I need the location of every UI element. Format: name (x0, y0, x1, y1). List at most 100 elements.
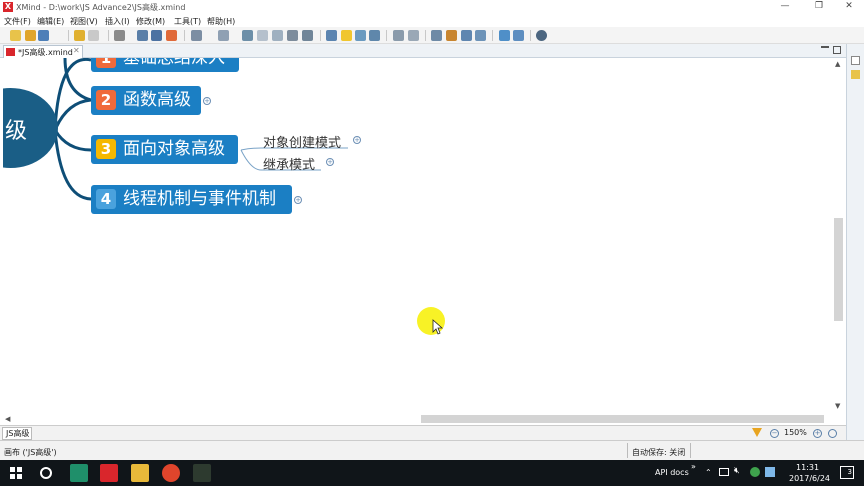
scroll-up-icon[interactable]: ▲ (835, 60, 840, 68)
scroll-down-icon[interactable]: ▼ (835, 402, 840, 410)
marker-icon[interactable] (287, 30, 298, 41)
tab-js-advance[interactable]: *JS高级.xmind ✕ (3, 45, 83, 58)
expand-topic-4-icon[interactable]: + (294, 196, 302, 204)
topic-3[interactable]: 3 面向对象高级 (91, 135, 238, 164)
redo-icon[interactable] (88, 30, 99, 41)
topic-number-badge: 3 (96, 139, 116, 159)
zoom-out-icon[interactable]: − (770, 429, 779, 438)
app-icon[interactable] (193, 464, 211, 482)
close-icon[interactable]: ✕ (834, 0, 864, 14)
toolbar-separator (68, 30, 69, 41)
topic-icon[interactable] (137, 30, 148, 41)
boundary-icon[interactable] (272, 30, 283, 41)
tray-app-icon[interactable] (750, 467, 760, 477)
undo-icon[interactable] (74, 30, 85, 41)
expand-subtopic-2-icon[interactable]: + (326, 158, 334, 166)
scroll-left-icon[interactable]: ◀ (5, 415, 10, 423)
zoom-in-icon[interactable]: + (813, 429, 822, 438)
chrome-icon[interactable] (162, 464, 180, 482)
minimize-view-icon[interactable] (821, 46, 829, 48)
menu-view[interactable]: 视图(V) (70, 16, 98, 27)
branch-line (63, 58, 92, 102)
export-icon[interactable] (513, 30, 524, 41)
topic-1[interactable]: 1 基础总结深入 (91, 58, 239, 72)
branch-line (53, 98, 92, 131)
open-icon[interactable] (25, 30, 36, 41)
status-divider (627, 443, 628, 458)
vertical-scrollbar[interactable]: ▲ ▼ (832, 58, 845, 425)
presentation-icon[interactable] (191, 30, 202, 41)
drill-icon[interactable] (218, 30, 229, 41)
network-icon[interactable] (719, 468, 729, 476)
structure-icon[interactable] (369, 30, 380, 41)
editor-tab-bar: *JS高级.xmind ✕ (0, 44, 864, 58)
topic-2[interactable]: 2 函数高级 (91, 86, 201, 115)
note-icon[interactable] (326, 30, 337, 41)
menu-file[interactable]: 文件(F) (4, 16, 31, 27)
clock-date[interactable]: 2017/6/24 (789, 474, 830, 483)
menu-help[interactable]: 帮助(H) (207, 16, 235, 27)
attach-icon[interactable] (408, 30, 419, 41)
volume-muted-icon[interactable]: 🔇︎ (734, 466, 740, 476)
notification-count: 3 (847, 468, 852, 476)
autosave-status: 自动保存: 关闭 (632, 448, 686, 457)
windows-start-icon[interactable] (10, 467, 22, 479)
topic-4[interactable]: 4 线程机制与事件机制 (91, 185, 292, 214)
show-hidden-icons-icon[interactable]: ⌃ (705, 468, 712, 477)
cortana-icon[interactable] (40, 467, 52, 479)
summary-icon[interactable] (257, 30, 268, 41)
toolbar-chevron-icon[interactable]: » (691, 462, 696, 471)
maximize-view-icon[interactable] (833, 46, 841, 54)
relationship-icon[interactable] (166, 30, 177, 41)
expand-topic-2-icon[interactable]: + (203, 97, 211, 105)
horizontal-scroll-thumb[interactable] (421, 415, 824, 423)
save-icon[interactable] (38, 30, 49, 41)
subtopic-object-creation[interactable]: 对象创建模式 (263, 132, 341, 151)
toolbar-separator (530, 30, 531, 41)
gear-icon[interactable] (536, 30, 547, 41)
mindmap-canvas[interactable]: 级 1 基础总结深入 2 函数高级 + 3 面向对象高级 对象创建模式 + 继承… (3, 58, 832, 413)
new-icon[interactable] (10, 30, 21, 41)
gantt-icon[interactable] (446, 30, 457, 41)
outline-icon[interactable] (431, 30, 442, 41)
menu-edit[interactable]: 编辑(E) (37, 16, 64, 27)
share-icon[interactable] (499, 30, 510, 41)
notification-center-icon[interactable]: 3 (840, 466, 854, 479)
menu-modify[interactable]: 修改(M) (136, 16, 165, 27)
xmind-taskbar-icon[interactable] (100, 464, 118, 482)
zoom-fit-icon[interactable] (475, 30, 486, 41)
subtopic-icon[interactable] (151, 30, 162, 41)
toolbar (0, 27, 864, 44)
link-icon[interactable] (393, 30, 404, 41)
paste-icon[interactable] (114, 30, 125, 41)
title-bar: X XMind - D:\work\JS Advance2\JS高级.xmind… (0, 0, 864, 14)
menu-insert[interactable]: 插入(I) (105, 16, 130, 27)
input-method-icon[interactable] (765, 467, 775, 477)
image-icon[interactable] (302, 30, 313, 41)
sheet-tab[interactable]: JS高级 (2, 427, 32, 440)
brush-icon[interactable] (242, 30, 253, 41)
minimize-icon[interactable]: — (770, 0, 800, 14)
expand-subtopic-1-icon[interactable]: + (353, 136, 361, 144)
vertical-scroll-thumb[interactable] (834, 218, 843, 321)
branch-line (53, 129, 92, 152)
clock-time[interactable]: 11:31 (796, 463, 819, 472)
api-docs-toolbar[interactable]: API docs (655, 468, 689, 477)
filter-icon[interactable] (752, 428, 762, 437)
idea-icon[interactable] (341, 30, 352, 41)
restore-icon[interactable]: ❐ (804, 0, 834, 14)
subtopic-inheritance[interactable]: 继承模式 (263, 154, 315, 173)
restore-panel-icon[interactable] (851, 56, 860, 65)
webstorm-icon[interactable] (70, 464, 88, 482)
file-explorer-icon[interactable] (131, 464, 149, 482)
menu-tools[interactable]: 工具(T) (174, 16, 201, 27)
notes-panel-icon[interactable] (851, 70, 860, 79)
side-panel-strip (846, 44, 864, 440)
topic-label: 函数高级 (123, 90, 191, 110)
horizontal-scrollbar[interactable]: ◀ (3, 413, 832, 425)
zoom-fit-icon[interactable] (828, 429, 837, 438)
tab-close-icon[interactable]: ✕ (73, 46, 80, 55)
fishbone-icon[interactable] (461, 30, 472, 41)
topic-label: 基础总结深入 (123, 58, 225, 68)
layout-icon[interactable] (355, 30, 366, 41)
